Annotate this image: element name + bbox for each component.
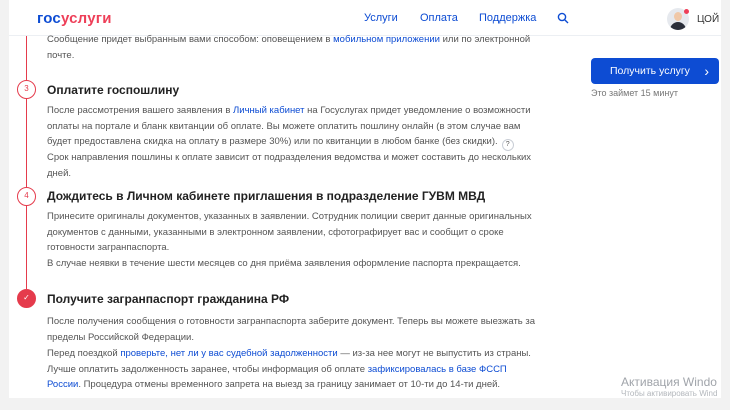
step-5-paragraph-1: После получения сообщения о готовности з… xyxy=(47,316,536,343)
page-frame: госуслуги Услуги Оплата Поддержка ЦОЙ Со… xyxy=(9,0,721,398)
step-4-title: Дождитесь в Личном кабинете приглашения … xyxy=(47,189,486,203)
step-5-title: Получите загранпаспорт гражданина РФ xyxy=(47,292,290,306)
step-5-check-icon: ✓ xyxy=(17,289,36,308)
site-header: госуслуги Услуги Оплата Поддержка ЦОЙ xyxy=(9,0,721,36)
step-4-badge: 4 xyxy=(17,187,36,206)
step-5-paragraph-2: Перед поездкой проверьте, нет ли у вас с… xyxy=(47,348,531,390)
timeline-line xyxy=(26,36,27,296)
step-3-paragraph-1: После рассмотрения вашего заявления в Ли… xyxy=(47,103,539,151)
user-name[interactable]: ЦОЙ xyxy=(697,14,719,25)
mobile-app-link[interactable]: мобильном приложении xyxy=(333,34,440,45)
chevron-right-icon: › xyxy=(704,63,709,79)
court-debt-check-link[interactable]: проверьте, нет ли у вас судебной задолже… xyxy=(120,348,337,359)
notification-dot xyxy=(684,9,689,14)
step-3-title: Оплатите госпошлину xyxy=(47,83,180,97)
windows-activation-watermark: Активация Windo xyxy=(621,375,717,389)
duration-note: Это займет 15 минут xyxy=(591,88,678,98)
personal-account-link[interactable]: Личный кабинет xyxy=(233,105,304,116)
search-icon[interactable] xyxy=(557,12,569,24)
intro-text: Сообщение придет выбранным вами способом… xyxy=(47,34,531,61)
get-service-button[interactable]: Получить услугу › xyxy=(591,58,719,84)
fssp-link[interactable]: зафиксировалась в базе ФССП xyxy=(368,364,507,375)
nav-payment[interactable]: Оплата xyxy=(420,12,458,24)
windows-activation-subtext: Чтобы активировать Wind xyxy=(621,389,718,398)
step-4-paragraph-1: Принесите оригиналы документов, указанны… xyxy=(47,211,532,253)
step-4-paragraph-2: В случае неявки в течение шести месяцев … xyxy=(47,258,521,269)
step-3-paragraph-2: Срок направления пошлины к оплате зависи… xyxy=(47,152,532,179)
nav-services[interactable]: Услуги xyxy=(364,12,398,24)
gosuslugi-logo[interactable]: госуслуги xyxy=(37,10,112,27)
step-3-badge: 3 xyxy=(17,80,36,99)
nav-support[interactable]: Поддержка xyxy=(479,12,536,24)
fssp-link-continued[interactable]: России xyxy=(47,379,78,390)
